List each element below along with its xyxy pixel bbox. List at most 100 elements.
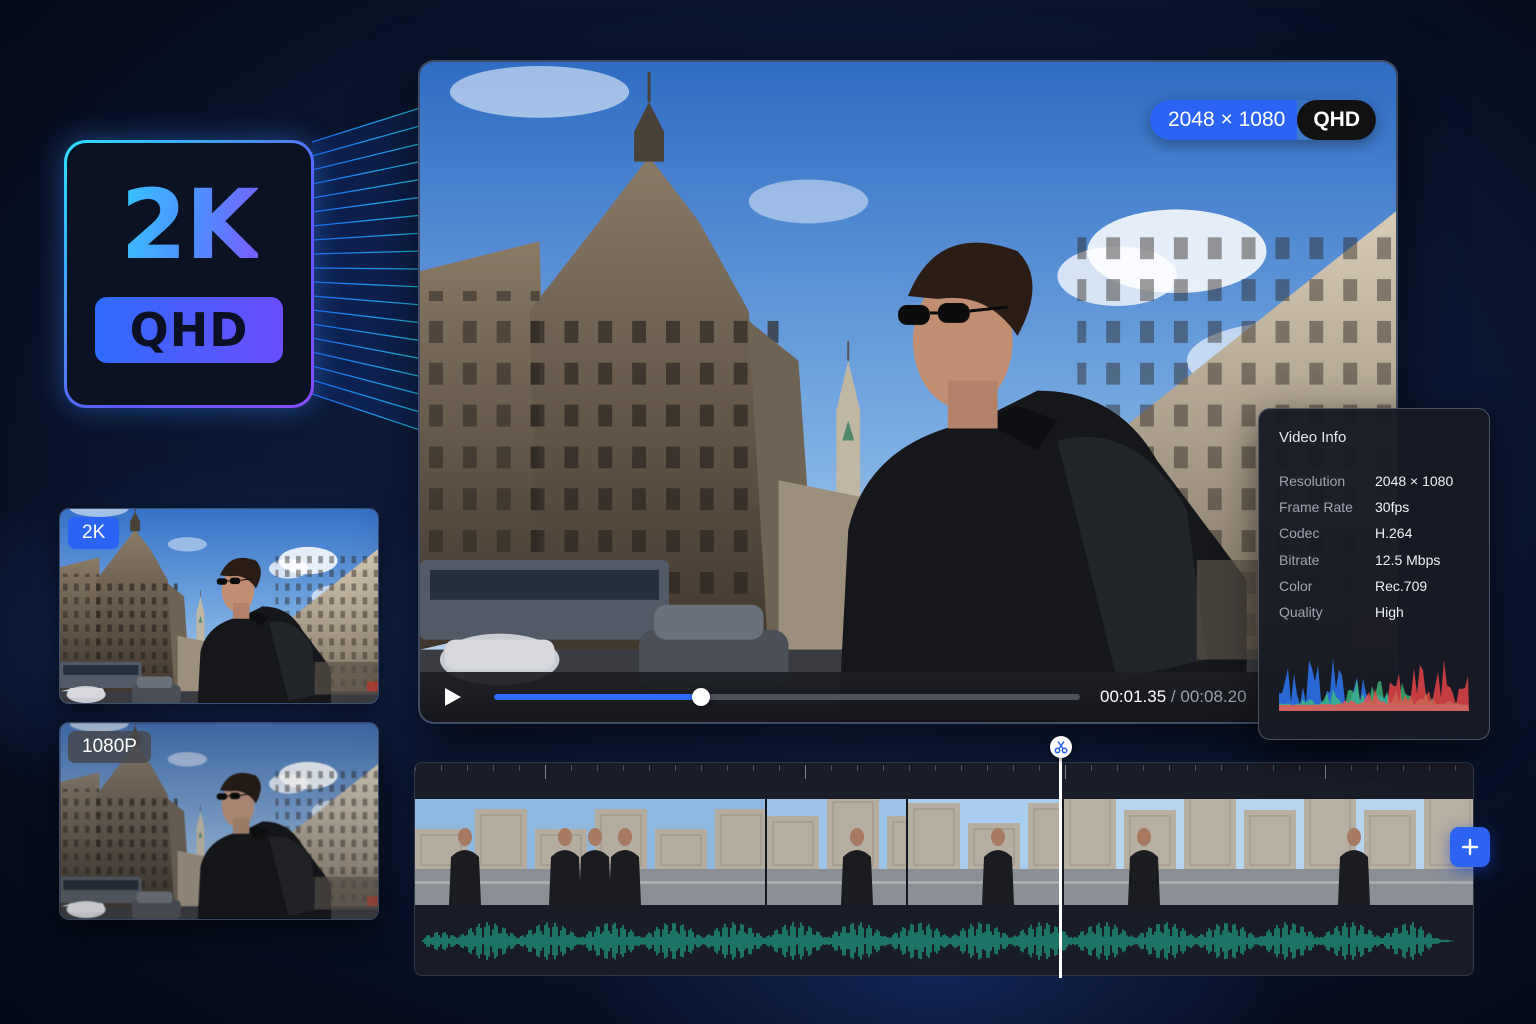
video-info-panel: Video Info Resolution 2048 × 1080 Frame Ra… (1258, 408, 1490, 740)
play-button[interactable] (442, 686, 464, 708)
timeline-ruler (415, 763, 1473, 799)
info-row: Bitrate 12.5 Mbps (1279, 547, 1469, 573)
info-label: Color (1279, 577, 1313, 594)
timeline-clip[interactable] (767, 799, 908, 905)
thumbnail-label: 1080P (68, 731, 151, 763)
ruler-tick (883, 765, 884, 771)
ruler-tick (597, 765, 598, 771)
info-value: 12.5 Mbps (1375, 551, 1441, 568)
ruler-tick (753, 765, 754, 771)
ruler-tick (1351, 765, 1352, 771)
ruler-tick (1429, 765, 1430, 771)
timeline-clip[interactable] (1064, 799, 1473, 905)
ruler-tick (1403, 765, 1404, 771)
time-display: 00:01.35 / 00:08.20 (1100, 687, 1247, 707)
ruler-tick (623, 765, 624, 771)
ruler-tick (1273, 765, 1274, 771)
scissors-icon (1054, 741, 1068, 754)
clip-frames (415, 799, 765, 905)
thumbnail-2k[interactable]: 2K (59, 508, 379, 704)
ruler-tick (493, 765, 494, 771)
info-label: Quality (1279, 604, 1323, 621)
video-player[interactable]: 2048 × 1080 QHD 00:01.35 / 00:08.20 (418, 60, 1398, 724)
clip-track (415, 799, 1473, 905)
ruler-tick (909, 765, 910, 771)
ruler-tick (545, 765, 546, 779)
duration: 00:08.20 (1180, 687, 1247, 706)
ruler-tick (1195, 765, 1196, 771)
player-controls: 00:01.35 / 00:08.20 (420, 672, 1396, 722)
audio-waveform (422, 922, 1454, 960)
info-row: Resolution 2048 × 1080 (1279, 468, 1469, 494)
ruler-tick (987, 765, 988, 771)
time-separator: / (1170, 687, 1176, 706)
info-value: 30fps (1375, 499, 1410, 516)
ruler-tick (1169, 765, 1170, 771)
color-histogram (1279, 658, 1469, 711)
ruler-tick (1221, 765, 1222, 771)
ruler-tick (519, 765, 520, 771)
ruler-tick (467, 765, 468, 771)
info-value: Rec.709 (1375, 577, 1428, 594)
info-row: Color Rec.709 (1279, 573, 1469, 599)
badge-standard-pill: QHD (95, 297, 283, 363)
badge-resolution-text: 2K (120, 169, 259, 281)
info-value: H.264 (1375, 525, 1413, 542)
ruler-tick (675, 765, 676, 771)
playhead[interactable] (1059, 752, 1062, 978)
thumbnail-1080p[interactable]: 1080P (59, 722, 379, 920)
info-label: Resolution (1279, 473, 1346, 490)
ruler-tick (441, 765, 442, 771)
timeline-clip[interactable] (415, 799, 767, 905)
ruler-tick (1325, 765, 1326, 779)
ruler-tick (1013, 765, 1014, 771)
resolution-tag-quality: QHD (1297, 100, 1376, 140)
ruler-tick (831, 765, 832, 771)
ruler-tick (805, 765, 806, 779)
ruler-tick (727, 765, 728, 771)
grid-projection-graphic (312, 108, 420, 430)
video-frame (420, 62, 1396, 722)
ruler-tick (701, 765, 702, 771)
info-value: High (1375, 604, 1404, 621)
ruler-tick (1039, 765, 1040, 771)
info-label: Bitrate (1279, 551, 1320, 568)
info-row: Frame Rate 30fps (1279, 494, 1469, 520)
progress-handle[interactable] (692, 688, 711, 706)
resolution-tag-dimensions: 2048 × 1080 (1149, 100, 1298, 140)
ruler-tick (961, 765, 962, 771)
thumbnail-label: 2K (68, 517, 120, 549)
current-time: 00:01.35 (1100, 687, 1167, 706)
timeline-clip[interactable] (908, 799, 1064, 905)
timeline-panel[interactable] (414, 762, 1474, 976)
info-label: Frame Rate (1279, 499, 1353, 516)
ruler-tick (935, 765, 936, 771)
ruler-tick (1065, 765, 1066, 779)
ruler-tick (1091, 765, 1092, 771)
ruler-tick (1247, 765, 1248, 771)
info-label: Codec (1279, 525, 1320, 542)
resolution-badge: 2K QHD (64, 140, 314, 408)
ruler-tick (1377, 765, 1378, 771)
ruler-tick (415, 765, 416, 771)
ruler-tick (571, 765, 572, 771)
ruler-tick (1117, 765, 1118, 771)
playhead-handle[interactable] (1050, 736, 1072, 758)
ruler-tick (649, 765, 650, 771)
clip-frames (767, 799, 906, 905)
info-row: Quality High (1279, 599, 1469, 625)
plus-icon (1461, 838, 1479, 856)
ruler-tick (1143, 765, 1144, 771)
info-row: Codec H.264 (1279, 520, 1469, 546)
resolution-tag: 2048 × 1080 QHD (1149, 100, 1376, 140)
progress-bar[interactable] (494, 688, 1080, 706)
ruler-tick (1455, 765, 1456, 771)
progress-fill (494, 694, 702, 700)
play-icon (445, 688, 461, 706)
clip-frames (1064, 799, 1473, 905)
add-clip-button[interactable] (1450, 827, 1490, 867)
clip-frames (908, 799, 1062, 905)
video-info-title: Video Info (1279, 429, 1347, 446)
ruler-tick (1299, 765, 1300, 771)
info-value: 2048 × 1080 (1375, 473, 1454, 490)
